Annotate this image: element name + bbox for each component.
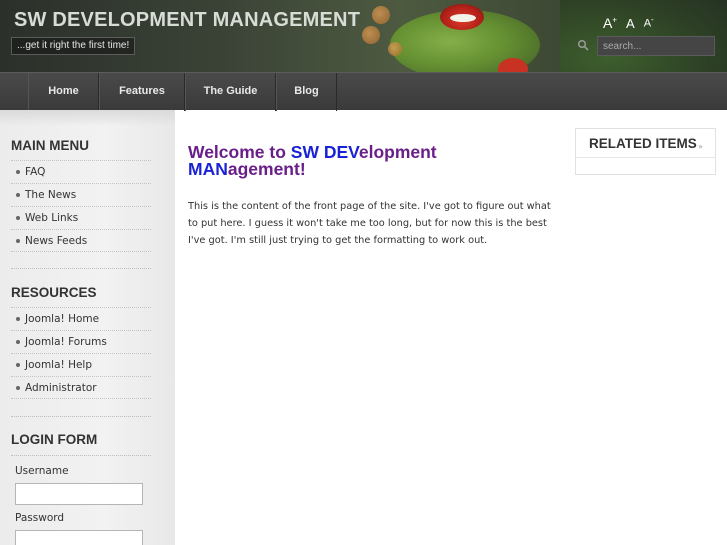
password-label: Password <box>15 512 65 524</box>
title-segment: MAN <box>188 159 228 179</box>
font-decrease-button[interactable]: A- <box>644 16 654 30</box>
frog-eye-highlight-graphic <box>450 14 476 22</box>
search-input[interactable] <box>597 36 715 56</box>
font-increase-button[interactable]: A+ <box>603 16 617 30</box>
module-divider <box>11 416 151 417</box>
page-title: Welcome to SW DEVelopment MANagement! <box>188 142 548 179</box>
related-items-divider <box>576 157 715 158</box>
site-tagline: ...get it right the first time! <box>11 37 136 55</box>
password-field[interactable] <box>15 530 143 545</box>
nav-item-the-guide[interactable]: The Guide <box>185 73 276 111</box>
menu-item-label: The News <box>25 189 77 201</box>
search-icon <box>577 39 589 51</box>
bullet-icon <box>16 170 20 174</box>
username-label: Username <box>15 465 69 477</box>
resource-item-label: Joomla! Home <box>25 313 100 325</box>
module-divider <box>11 268 151 269</box>
menu-item-faq[interactable]: FAQ <box>11 160 151 183</box>
bullet-icon <box>16 363 20 367</box>
resource-item-label: Joomla! Help <box>25 359 93 371</box>
bullet-icon <box>16 239 20 243</box>
bullet-icon <box>16 317 20 321</box>
module-corner-icon: » <box>698 142 703 151</box>
title-segment: elopment <box>358 142 437 162</box>
nav-item-home[interactable]: Home <box>28 73 99 111</box>
login-form-title: LOGIN FORM <box>11 432 98 447</box>
bullet-icon <box>16 193 20 197</box>
menu-item-label: FAQ <box>25 166 46 178</box>
font-size-controls: A+ A A- <box>603 16 654 30</box>
login-title-divider <box>11 455 151 456</box>
related-items-module: RELATED ITEMS » <box>575 128 716 175</box>
site-title[interactable]: SW DEVELOPMENT MANAGEMENT <box>14 9 360 32</box>
menu-item-the-news[interactable]: The News <box>11 183 151 206</box>
title-segment: agement! <box>227 159 306 179</box>
resource-item-joomla-home[interactable]: Joomla! Home <box>11 307 151 330</box>
username-field[interactable] <box>15 483 143 505</box>
frog-toe-graphic <box>362 26 380 44</box>
site-header: SW DEVELOPMENT MANAGEMENT ...get it righ… <box>0 0 727 72</box>
bullet-icon <box>16 340 20 344</box>
frog-toe-graphic <box>388 42 402 56</box>
bullet-icon <box>16 386 20 390</box>
resource-item-joomla-help[interactable]: Joomla! Help <box>11 353 151 376</box>
main-menu-title: MAIN MENU <box>11 138 89 153</box>
resource-item-label: Administrator <box>25 382 97 394</box>
bullet-icon <box>16 216 20 220</box>
related-items-title: RELATED ITEMS <box>589 136 697 151</box>
menu-item-web-links[interactable]: Web Links <box>11 206 151 229</box>
resources-list: Joomla! Home Joomla! Forums Joomla! Help… <box>11 307 151 399</box>
menu-item-label: Web Links <box>25 212 79 224</box>
resources-title: RESOURCES <box>11 285 97 300</box>
resource-item-administrator[interactable]: Administrator <box>11 376 151 399</box>
frog-toe-graphic <box>372 6 390 24</box>
main-menu-list: FAQ The News Web Links News Feeds <box>11 160 151 252</box>
resource-item-joomla-forums[interactable]: Joomla! Forums <box>11 330 151 353</box>
font-reset-button[interactable]: A <box>626 17 635 30</box>
left-sidebar: MAIN MENU FAQ The News Web Links News Fe… <box>0 110 175 545</box>
nav-item-blog[interactable]: Blog <box>276 73 337 111</box>
article-body: This is the content of the front page of… <box>188 201 551 246</box>
resource-item-label: Joomla! Forums <box>25 336 107 348</box>
menu-item-news-feeds[interactable]: News Feeds <box>11 229 151 252</box>
nav-item-features[interactable]: Features <box>99 73 185 111</box>
main-navigation: Home Features The Guide Blog <box>0 72 727 111</box>
menu-item-label: News Feeds <box>25 235 88 247</box>
